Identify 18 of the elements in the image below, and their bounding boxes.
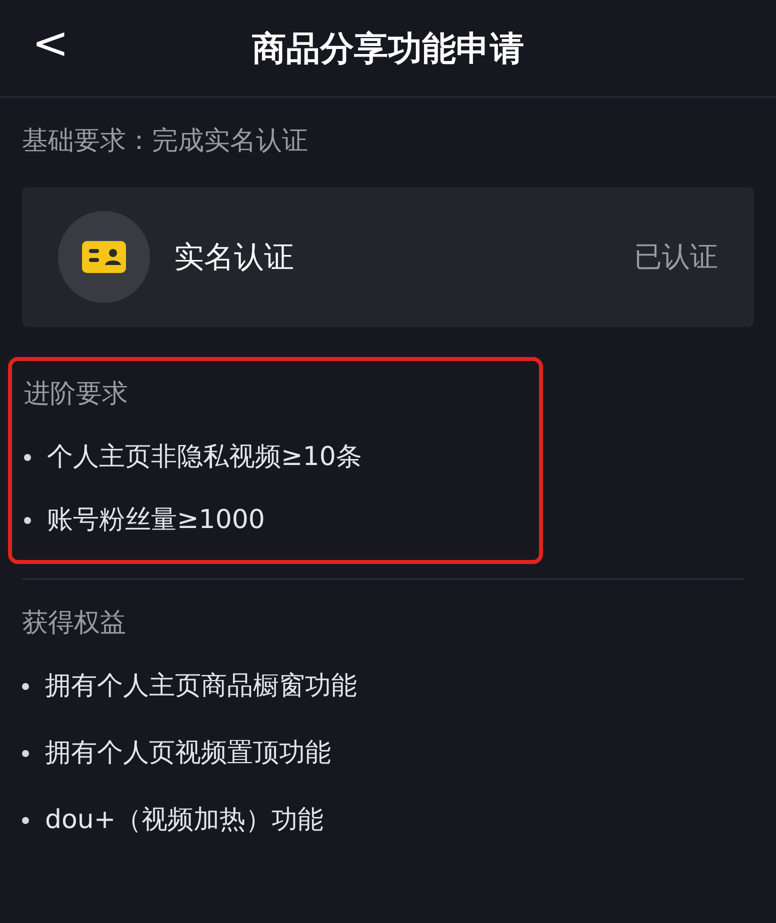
bullet-dot	[22, 683, 29, 690]
section-label: 基础要求：完成实名认证	[22, 126, 308, 156]
status-text: 已认证	[634, 239, 718, 275]
verification-card[interactable]: 实名认证 已认证	[22, 187, 754, 327]
section-title: 获得权益	[22, 608, 126, 638]
list-item-text: 拥有个人主页商品橱窗功能	[45, 670, 357, 703]
back-button[interactable]: <	[26, 18, 75, 71]
bullet-dot	[22, 750, 29, 757]
list-item-text: 拥有个人页视频置顶功能	[45, 737, 331, 770]
list-item-text: 账号粉丝量≥1000	[47, 504, 265, 537]
list-item-text: 个人主页非隐私视频≥10条	[47, 441, 362, 474]
section-title: 进阶要求	[24, 379, 128, 409]
list-item-text: dou+（视频加热）功能	[45, 804, 324, 837]
bullet-dot	[22, 817, 29, 824]
page-title: 商品分享功能申请	[252, 29, 524, 69]
bullet-dot	[24, 517, 31, 524]
item-name: 实名认证	[174, 238, 294, 276]
bullet-dot	[24, 454, 31, 461]
